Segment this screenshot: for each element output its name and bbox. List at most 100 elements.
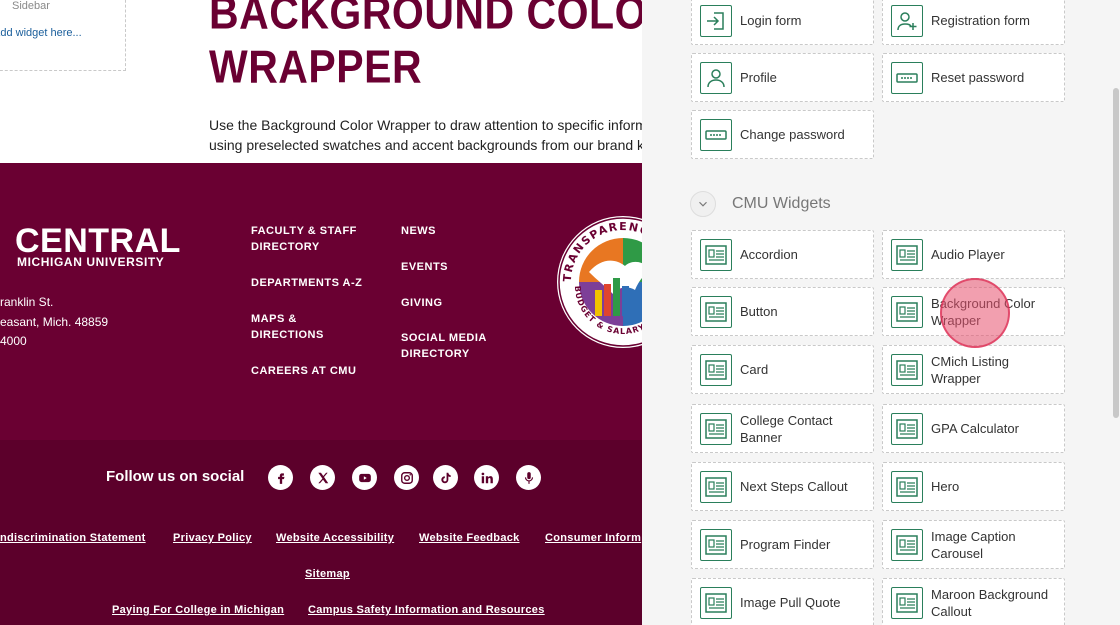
widget-label: Background Color Wrapper: [931, 295, 1036, 328]
widget-label: Button: [740, 304, 778, 319]
widget-label: Reset password: [931, 70, 1025, 85]
footer-link-maps[interactable]: MAPS & DIRECTIONS: [251, 311, 341, 343]
widget-label: Profile: [740, 70, 777, 85]
widget-label: Image Caption Carousel: [931, 528, 1016, 561]
x-icon[interactable]: [310, 465, 335, 490]
footer-link-social-directory[interactable]: SOCIAL MEDIA DIRECTORY: [401, 330, 491, 362]
tiktok-icon[interactable]: [433, 465, 458, 490]
widget-next-steps-callout[interactable]: Next Steps Callout: [691, 462, 874, 511]
linkedin-icon[interactable]: [474, 465, 499, 490]
instagram-icon[interactable]: [394, 465, 419, 490]
address-phone: 4000: [0, 334, 27, 348]
footer-link-campus-safety[interactable]: Campus Safety Information and Resources: [308, 604, 545, 616]
widget-card[interactable]: Card: [691, 345, 874, 394]
scrollbar[interactable]: [1112, 0, 1120, 625]
footer-link-events[interactable]: EVENTS: [401, 259, 448, 275]
widget-button[interactable]: Button: [691, 287, 874, 336]
widget-gpa-calculator[interactable]: GPA Calculator: [882, 404, 1065, 453]
widget-icon: [700, 296, 732, 328]
page-preview: Sidebar Add widget here... BACKGROUND CO…: [0, 0, 642, 625]
widget-program-finder[interactable]: Program Finder: [691, 520, 874, 569]
password-icon: [891, 62, 923, 94]
footer-link-nondiscrimination[interactable]: ndiscrimination Statement: [0, 532, 146, 544]
transparency-seal[interactable]: TRANSPARENCY BUDGET & SALARY/C: [555, 214, 642, 350]
podcast-icon[interactable]: [516, 465, 541, 490]
widget-image-caption-carousel[interactable]: Image Caption Carousel: [882, 520, 1065, 569]
page-title: BACKGROUND COLOR WRAPPER: [209, 0, 642, 94]
widget-label: Change password: [740, 127, 845, 142]
widget-label: Maroon Background Callout: [931, 586, 1049, 619]
widget-label: Accordion: [740, 247, 798, 262]
page-description: Use the Background Color Wrapper to draw…: [209, 117, 642, 153]
add-user-icon: [891, 5, 923, 37]
widget-label: Image Pull Quote: [740, 595, 841, 610]
password-icon: [700, 119, 732, 151]
add-widget-link[interactable]: Add widget here...: [0, 27, 82, 39]
widget-image-pull-quote[interactable]: Image Pull Quote: [691, 578, 874, 625]
section-cmu-widgets: CMU Widgets: [690, 190, 831, 218]
widget-cmich-listing-wrapper[interactable]: CMich Listing Wrapper: [882, 345, 1065, 394]
footer-link-feedback[interactable]: Website Feedback: [419, 532, 520, 544]
sidebar-region: Sidebar Add widget here...: [0, 0, 126, 71]
address-street: ranklin St.: [0, 295, 54, 309]
follow-us-label: Follow us on social: [106, 468, 245, 485]
widget-label: Registration form: [931, 13, 1030, 28]
widget-icon: [891, 587, 923, 619]
footer-link-paying-college[interactable]: Paying For College in Michigan: [112, 604, 284, 616]
widget-label: Hero: [931, 479, 960, 494]
widget-icon: [891, 413, 923, 445]
footer-link-careers[interactable]: CAREERS AT CMU: [251, 363, 356, 379]
footer-link-departments[interactable]: DEPARTMENTS A-Z: [251, 275, 362, 291]
widget-audio-player[interactable]: Audio Player: [882, 230, 1065, 279]
sidebar-label: Sidebar: [12, 0, 50, 12]
widget-label: Card: [740, 362, 769, 377]
widget-accordion[interactable]: Accordion: [691, 230, 874, 279]
youtube-icon[interactable]: [352, 465, 377, 490]
footer-link-giving[interactable]: GIVING: [401, 295, 443, 311]
chevron-down-icon[interactable]: [690, 191, 716, 217]
widget-label: Audio Player: [931, 247, 1005, 262]
widget-icon: [891, 529, 923, 561]
widget-icon: [700, 529, 732, 561]
footer-link-sitemap[interactable]: Sitemap: [305, 568, 350, 580]
widget-icon: [700, 354, 732, 386]
widget-reset-password[interactable]: Reset password: [882, 53, 1065, 102]
widget-hero[interactable]: Hero: [882, 462, 1065, 511]
widget-icon: [891, 471, 923, 503]
widget-icon: [891, 296, 923, 328]
scrollbar-thumb[interactable]: [1113, 88, 1119, 418]
widget-label: College Contact Banner: [740, 412, 833, 445]
widget-icon: [700, 587, 732, 619]
widget-change-password[interactable]: Change password: [691, 110, 874, 159]
widget-college-contact-banner[interactable]: College Contact Banner: [691, 404, 874, 453]
footer-link-consumer-info[interactable]: Consumer Inform: [545, 532, 641, 544]
widget-icon: [700, 239, 732, 271]
widget-label: Login form: [740, 13, 802, 28]
footer-link-privacy[interactable]: Privacy Policy: [173, 532, 252, 544]
widget-background-color-wrapper[interactable]: Background Color Wrapper: [882, 287, 1065, 336]
user-icon: [700, 62, 732, 94]
footer-main: [0, 163, 642, 440]
widget-icon: [700, 413, 732, 445]
facebook-icon[interactable]: [268, 465, 293, 490]
widget-icon: [891, 354, 923, 386]
widget-login-form[interactable]: Login form: [691, 0, 874, 45]
widget-panel: Login form Registration form Profile Res…: [642, 0, 1120, 625]
footer-link-news[interactable]: NEWS: [401, 223, 436, 239]
logo-subtitle: MICHIGAN UNIVERSITY: [17, 255, 165, 269]
footer-link-directory[interactable]: FACULTY & STAFF DIRECTORY: [251, 223, 371, 255]
widget-label: GPA Calculator: [931, 421, 1019, 436]
widget-label: Next Steps Callout: [740, 479, 848, 494]
widget-maroon-background-callout[interactable]: Maroon Background Callout: [882, 578, 1065, 625]
footer-link-accessibility[interactable]: Website Accessibility: [276, 532, 394, 544]
widget-icon: [700, 471, 732, 503]
widget-registration-form[interactable]: Registration form: [882, 0, 1065, 45]
page-title-line1: BACKGROUND COLOR: [209, 0, 642, 39]
widget-icon: [891, 239, 923, 271]
widget-label: CMich Listing Wrapper: [931, 353, 1010, 386]
section-title: CMU Widgets: [732, 195, 831, 212]
widget-label: Program Finder: [740, 537, 831, 552]
widget-profile[interactable]: Profile: [691, 53, 874, 102]
login-icon: [700, 5, 732, 37]
page-title-line2: WRAPPER: [209, 40, 423, 93]
